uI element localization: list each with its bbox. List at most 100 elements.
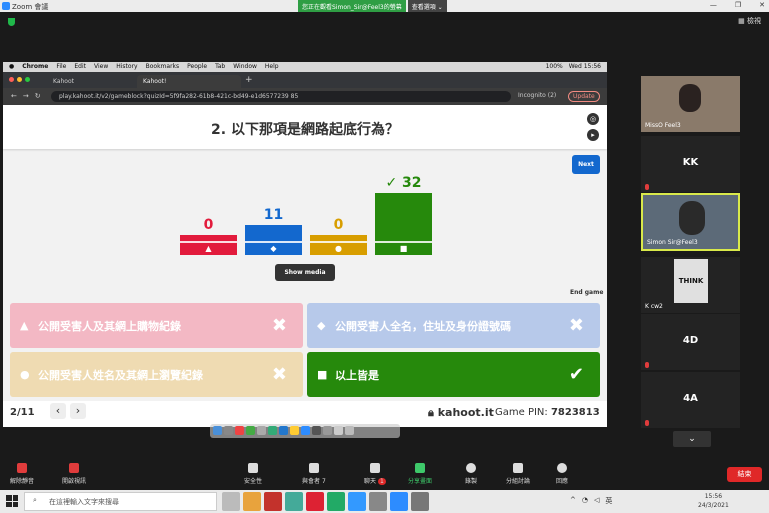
menu-file[interactable]: File — [56, 63, 66, 71]
participant-tile[interactable]: 4D — [641, 314, 740, 370]
maximize-icon[interactable]: ❐ — [735, 1, 741, 9]
address-bar[interactable]: play.kahoot.it/v2/gameblock?quizId=5f9fa… — [51, 91, 511, 102]
app-taskbar-icon[interactable] — [411, 492, 429, 511]
start-video-button[interactable]: 開啟視訊 — [62, 463, 86, 485]
triangle-icon: ▲ — [20, 319, 29, 332]
result-bar: 0 ● — [310, 165, 367, 255]
calendar-icon[interactable] — [235, 426, 244, 435]
participant-tile[interactable]: MissO Feel3 — [641, 76, 740, 132]
menu-window[interactable]: Window — [233, 63, 257, 71]
forward-icon[interactable]: → — [23, 92, 29, 100]
toolbar-label: 分組討論 — [506, 478, 531, 485]
browser-tab-strip: Kahoot Kahoot! + — [3, 72, 607, 88]
network-icon[interactable]: ◔ — [582, 496, 588, 506]
menu-history[interactable]: History — [116, 63, 137, 71]
menu-chrome[interactable]: Chrome — [22, 63, 48, 71]
file-explorer-icon[interactable] — [243, 492, 261, 511]
incognito-indicator[interactable]: Incognito (2) — [518, 92, 556, 99]
mac-menu-bar: ● Chrome File Edit View History Bookmark… — [3, 62, 607, 72]
input-language[interactable]: 英 — [605, 496, 612, 506]
pin-value: 7823813 — [550, 407, 600, 418]
windows-start-icon[interactable] — [6, 495, 18, 507]
excel-icon[interactable] — [327, 492, 345, 511]
menu-bookmarks[interactable]: Bookmarks — [146, 63, 180, 71]
documents-icon[interactable] — [334, 426, 343, 435]
next-question-icon[interactable]: › — [70, 403, 86, 419]
tray-arrow-icon[interactable]: ^ — [570, 496, 576, 506]
prev-question-icon[interactable]: ‹ — [50, 403, 66, 419]
menu-view[interactable]: View — [94, 63, 108, 71]
tab-kahoot[interactable]: Kahoot — [47, 75, 135, 88]
task-view-icon[interactable] — [222, 492, 240, 511]
participant-video — [679, 84, 701, 112]
chevron-down-icon[interactable]: ⌄ — [673, 431, 711, 447]
participant-tile[interactable]: 4A — [641, 372, 740, 428]
breakout-rooms-button[interactable]: 分組討論 — [506, 463, 530, 485]
nav-buttons: ← → ↻ — [11, 92, 41, 100]
finder-icon[interactable] — [213, 426, 222, 435]
menu-tab[interactable]: Tab — [215, 63, 225, 71]
zoom-taskbar-icon[interactable] — [390, 492, 408, 511]
notes-icon[interactable] — [257, 426, 266, 435]
share-screen-button[interactable]: 分享畫面 — [408, 463, 432, 485]
store-icon[interactable] — [369, 492, 387, 511]
keynote-icon[interactable] — [279, 426, 288, 435]
participant-count: 7 — [321, 478, 326, 485]
stickies-icon[interactable] — [290, 426, 299, 435]
folder-icon[interactable] — [323, 426, 332, 435]
view-button[interactable]: ▦ 檢視 — [738, 16, 761, 26]
square-icon: ■ — [317, 368, 328, 381]
menu-help[interactable]: Help — [265, 63, 279, 71]
taskbar-search-input[interactable]: ⌕ 在這裡輸入文字來搜尋 — [24, 492, 217, 511]
zoom-window-icon[interactable] — [25, 77, 30, 82]
end-game-button[interactable]: End game — [570, 289, 603, 296]
trash-icon[interactable] — [345, 426, 354, 435]
edge-icon[interactable] — [348, 492, 366, 511]
zoom-dock-icon[interactable] — [301, 426, 310, 435]
chrome-taskbar-icon[interactable] — [285, 492, 303, 511]
apple-icon[interactable]: ● — [9, 63, 14, 71]
end-meeting-button[interactable]: 結束 — [727, 467, 762, 482]
office-icon[interactable] — [264, 492, 282, 511]
update-button[interactable]: Update — [568, 91, 600, 102]
tab-kahoot-game[interactable]: Kahoot! — [137, 75, 241, 88]
numbers-icon[interactable] — [268, 426, 277, 435]
show-media-button[interactable]: Show media — [275, 264, 335, 281]
question-nav: ‹ › — [50, 403, 86, 419]
sound-icon[interactable]: ◎ — [587, 113, 599, 125]
new-tab-icon[interactable]: + — [245, 75, 253, 85]
participant-name: KK — [682, 157, 699, 168]
skip-icon[interactable]: ▸ — [587, 129, 599, 141]
participant-tile-active[interactable]: Simon Sir@Feel3 — [641, 193, 740, 251]
game-pin: Game PIN: 7823813 — [495, 407, 600, 418]
close-icon[interactable]: ✕ — [759, 1, 765, 9]
unmute-button[interactable]: 解除靜音 — [10, 463, 34, 485]
participant-tile[interactable]: THINK K cw2 — [641, 257, 740, 313]
menu-people[interactable]: People — [187, 63, 207, 71]
back-icon[interactable]: ← — [11, 92, 17, 100]
minimize-window-icon[interactable] — [17, 77, 22, 82]
circle-icon: ● — [20, 368, 30, 381]
system-tray: ^ ◔ ◁ 英 — [570, 496, 612, 506]
chat-button[interactable]: 聊天 1 — [364, 463, 386, 485]
security-shield-icon[interactable] — [8, 18, 15, 26]
participants-button[interactable]: 與會者 7 — [302, 463, 326, 485]
security-button[interactable]: 安全性 — [244, 463, 262, 485]
muted-mic-icon — [645, 184, 649, 190]
reload-icon[interactable]: ↻ — [35, 92, 41, 100]
launchpad-icon[interactable] — [224, 426, 233, 435]
video-off-icon — [69, 463, 79, 473]
minimize-icon[interactable]: — — [710, 1, 717, 9]
view-options-button[interactable]: 查看選項 ⌄ — [407, 0, 447, 12]
powerpoint-icon[interactable] — [306, 492, 324, 511]
close-window-icon[interactable] — [9, 77, 14, 82]
reactions-button[interactable]: 回應 — [556, 463, 568, 485]
record-button[interactable]: 錄製 — [465, 463, 477, 485]
taskbar-clock[interactable]: 15:56 24/3/2021 — [698, 492, 729, 510]
taskbar-apps — [222, 492, 429, 511]
menu-edit[interactable]: Edit — [74, 63, 86, 71]
participant-tile[interactable]: KK — [641, 136, 740, 192]
volume-icon[interactable]: ◁ — [594, 496, 599, 506]
chrome-icon[interactable] — [246, 426, 255, 435]
preview-icon[interactable] — [312, 426, 321, 435]
